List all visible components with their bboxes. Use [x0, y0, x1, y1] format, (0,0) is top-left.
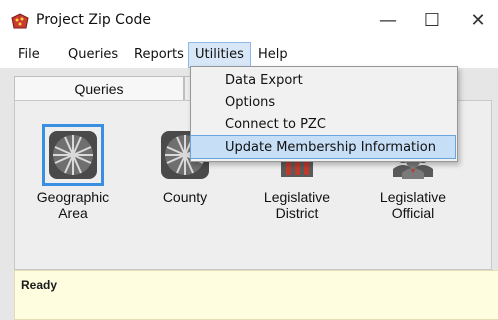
card-geographic-area[interactable]: Geographic Area: [27, 124, 119, 221]
card-label: Legislative District: [263, 189, 331, 221]
maximize-button[interactable]: ☐: [418, 8, 446, 34]
close-button[interactable]: ✕: [464, 8, 492, 34]
menu-reports[interactable]: Reports: [128, 42, 190, 68]
status-text: Ready: [21, 278, 58, 292]
status-bar: Ready: [14, 270, 498, 320]
card-label: Geographic Area: [36, 189, 110, 221]
tab-queries[interactable]: Queries: [14, 76, 184, 103]
menu-help[interactable]: Help: [252, 42, 294, 68]
card-label: Legislative Official: [379, 189, 447, 221]
menu-file[interactable]: File: [12, 42, 46, 68]
minimize-button[interactable]: —: [374, 8, 402, 34]
card-label: County: [162, 189, 208, 205]
utilities-dropdown: Data Export Options Connect to PZC Updat…: [190, 66, 458, 162]
menu-utilities[interactable]: Utilities: [188, 42, 251, 68]
menu-item-connect-to-pzc[interactable]: Connect to PZC: [191, 113, 453, 137]
grid-globe-icon: [42, 124, 104, 186]
window-title: Project Zip Code: [36, 12, 152, 28]
title-bar: Project Zip Code — ☐ ✕: [0, 0, 498, 42]
menu-item-data-export[interactable]: Data Export: [191, 69, 453, 93]
menu-item-update-membership-information[interactable]: Update Membership Information: [190, 135, 456, 159]
menu-item-options[interactable]: Options: [191, 91, 453, 115]
menu-bar: File Queries Reports Utilities Help: [0, 42, 498, 68]
app-logo-icon: [11, 13, 29, 29]
menu-queries[interactable]: Queries: [62, 42, 124, 68]
